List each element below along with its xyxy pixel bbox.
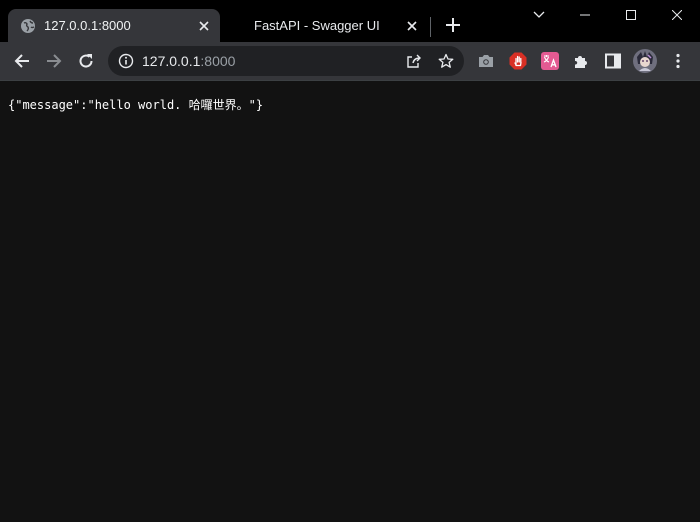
share-button[interactable] <box>403 50 425 72</box>
kebab-menu-icon <box>676 53 680 69</box>
avatar <box>633 49 657 73</box>
bookmark-button[interactable] <box>435 50 457 72</box>
translate-extension-button[interactable] <box>536 47 564 75</box>
tab-inactive[interactable]: FastAPI - Swagger UI <box>228 9 428 42</box>
browser-menu-button[interactable] <box>664 47 692 75</box>
tab-search-button[interactable] <box>516 0 562 30</box>
tab-close-button[interactable] <box>194 16 214 36</box>
json-response-text: {"message":"hello world. 哈囉世界。"} <box>8 98 264 112</box>
sidebar-icon <box>605 53 621 69</box>
adblock-extension-button[interactable] <box>504 47 532 75</box>
globe-icon <box>21 18 35 33</box>
extensions-button[interactable] <box>567 47 595 75</box>
camera-icon <box>479 55 493 67</box>
translate-icon <box>541 52 559 70</box>
minimize-icon <box>580 14 590 16</box>
close-icon <box>407 20 417 31</box>
url-port: :8000 <box>200 53 236 69</box>
back-button[interactable] <box>8 47 36 75</box>
puzzle-icon <box>575 56 587 68</box>
close-window-button[interactable] <box>654 0 700 30</box>
star-icon <box>438 53 454 68</box>
tab-close-button[interactable] <box>402 16 422 36</box>
forward-button[interactable] <box>40 47 68 75</box>
side-panel-button[interactable] <box>599 47 627 75</box>
forward-icon <box>47 54 62 68</box>
reload-icon <box>79 54 93 68</box>
profile-button[interactable] <box>631 47 659 75</box>
reload-button[interactable] <box>72 47 100 75</box>
share-icon <box>407 54 421 68</box>
close-icon <box>199 20 209 31</box>
screenshot-extension-button[interactable] <box>472 47 500 75</box>
tab-title: FastAPI - Swagger UI <box>254 18 380 33</box>
minimize-button[interactable] <box>562 0 608 30</box>
tab-active[interactable]: 127.0.0.1:8000 <box>8 9 220 42</box>
maximize-icon <box>626 10 636 20</box>
tab-separator <box>430 17 431 37</box>
back-icon <box>14 54 29 68</box>
omnibox[interactable]: 127.0.0.1:8000 <box>108 46 464 76</box>
maximize-button[interactable] <box>608 0 654 30</box>
plus-icon <box>446 18 460 32</box>
adblock-hand-icon <box>509 52 527 70</box>
new-tab-button[interactable] <box>441 13 465 37</box>
tab-strip: 127.0.0.1:8000 FastAPI - Swagger UI <box>0 0 700 42</box>
tab-title: 127.0.0.1:8000 <box>44 18 131 33</box>
chevron-down-icon <box>533 11 545 18</box>
url-host: 127.0.0.1 <box>142 53 201 69</box>
toolbar: 127.0.0.1:8000 <box>0 42 700 80</box>
page-content: {"message":"hello world. 哈囉世界。"} <box>0 81 700 522</box>
info-icon[interactable] <box>118 53 134 69</box>
close-icon <box>672 10 682 20</box>
